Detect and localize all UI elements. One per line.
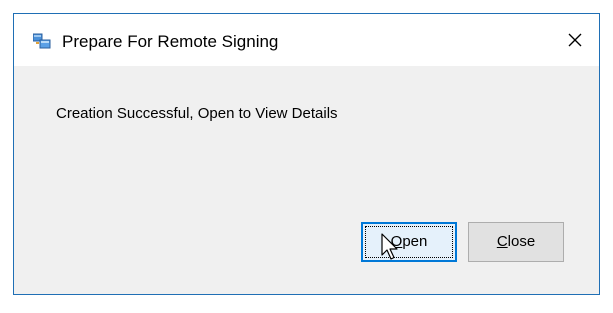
close-label-rest: lose: [507, 233, 536, 250]
mouse-pointer-icon: [380, 233, 400, 263]
window-title: Prepare For Remote Signing: [62, 32, 279, 51]
title-bar[interactable]: Prepare For Remote Signing: [14, 14, 599, 66]
close-button[interactable]: Close: [468, 222, 564, 262]
app-window-icon: [32, 33, 51, 49]
close-mnemonic: C: [496, 233, 508, 250]
status-message: Creation Successful, Open to View Detail…: [56, 105, 338, 122]
dialog-window: Prepare For Remote Signing Creation Succ…: [13, 13, 600, 295]
close-icon[interactable]: [563, 28, 587, 52]
focus-ring: [365, 226, 453, 258]
open-button[interactable]: Open: [361, 222, 457, 262]
